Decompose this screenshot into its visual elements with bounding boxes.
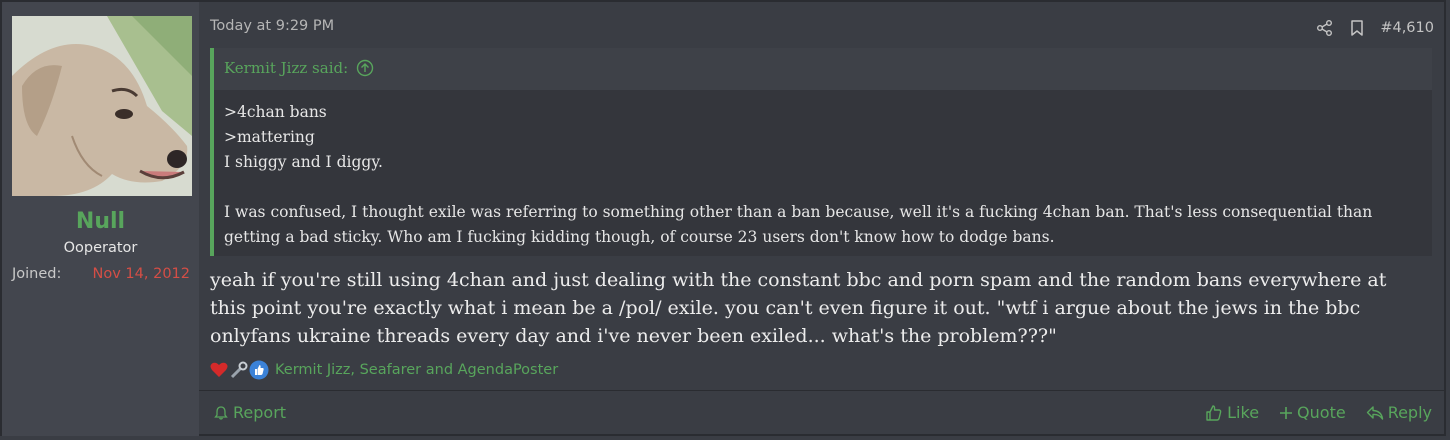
- post-message: yeah if you're still using 4chan and jus…: [210, 269, 1387, 347]
- bookmark-icon[interactable]: [1348, 19, 1366, 37]
- reaction-users[interactable]: Kermit Jizz, Seafarer and AgendaPoster: [275, 362, 558, 378]
- share-icon[interactable]: [1316, 19, 1334, 37]
- quote-line: >4chan bans: [224, 103, 327, 121]
- reply-button[interactable]: Reply: [1366, 403, 1432, 422]
- quote-label: Quote: [1297, 403, 1346, 422]
- thumbs-up-icon: [249, 360, 269, 380]
- post-main: Today at 9:29 PM #4,610 Kermit Jizz said…: [199, 2, 1444, 436]
- quote-author[interactable]: Kermit Jizz said:: [224, 59, 374, 77]
- quote-line: I was confused, I thought exile was refe…: [224, 203, 1373, 246]
- reply-icon: [1366, 405, 1383, 420]
- thumbs-up-outline-icon: [1206, 404, 1222, 421]
- joined-label: Joined:: [12, 266, 62, 282]
- quote-body: >4chan bans >mattering I shiggy and I di…: [224, 100, 1422, 250]
- reply-label: Reply: [1387, 403, 1432, 422]
- post-number[interactable]: #4,610: [1380, 20, 1434, 36]
- reactions-bar: Kermit Jizz, Seafarer and AgendaPoster: [209, 357, 558, 383]
- forum-post: Null Ooperator Joined: Nov 14, 2012 Toda…: [0, 0, 1450, 440]
- heart-icon: [209, 360, 229, 380]
- plus-icon: [1280, 406, 1293, 419]
- bell-icon: [213, 405, 229, 421]
- jump-to-quote-icon[interactable]: [356, 59, 374, 77]
- dog-avatar-image: [12, 16, 192, 196]
- quote-header: Kermit Jizz said:: [214, 48, 1432, 90]
- report-label: Report: [233, 403, 287, 422]
- joined-date: Nov 14, 2012: [92, 266, 190, 282]
- post-tools: #4,610: [1316, 16, 1434, 40]
- quote-button[interactable]: Quote: [1279, 403, 1346, 422]
- user-title: Ooperator: [63, 240, 138, 256]
- quote-block: Kermit Jizz said: >4chan bans >mattering…: [210, 48, 1432, 256]
- post-actions: Like Quote Reply: [1205, 403, 1432, 422]
- quote-line: I shiggy and I diggy.: [224, 153, 383, 171]
- report-button[interactable]: Report: [213, 403, 286, 422]
- reaction-icons[interactable]: [209, 360, 269, 380]
- wrench-icon: [229, 360, 249, 380]
- quote-line: >mattering: [224, 128, 315, 146]
- post-timestamp[interactable]: Today at 9:29 PM: [210, 18, 334, 34]
- like-button[interactable]: Like: [1205, 403, 1259, 422]
- quote-author-label: Kermit Jizz said:: [224, 59, 349, 77]
- user-info: Null Ooperator Joined: Nov 14, 2012: [2, 2, 199, 436]
- like-label: Like: [1227, 403, 1260, 422]
- avatar[interactable]: [12, 16, 192, 196]
- post-footer: Report Like Quote Reply: [199, 390, 1444, 436]
- username[interactable]: Null: [2, 209, 199, 234]
